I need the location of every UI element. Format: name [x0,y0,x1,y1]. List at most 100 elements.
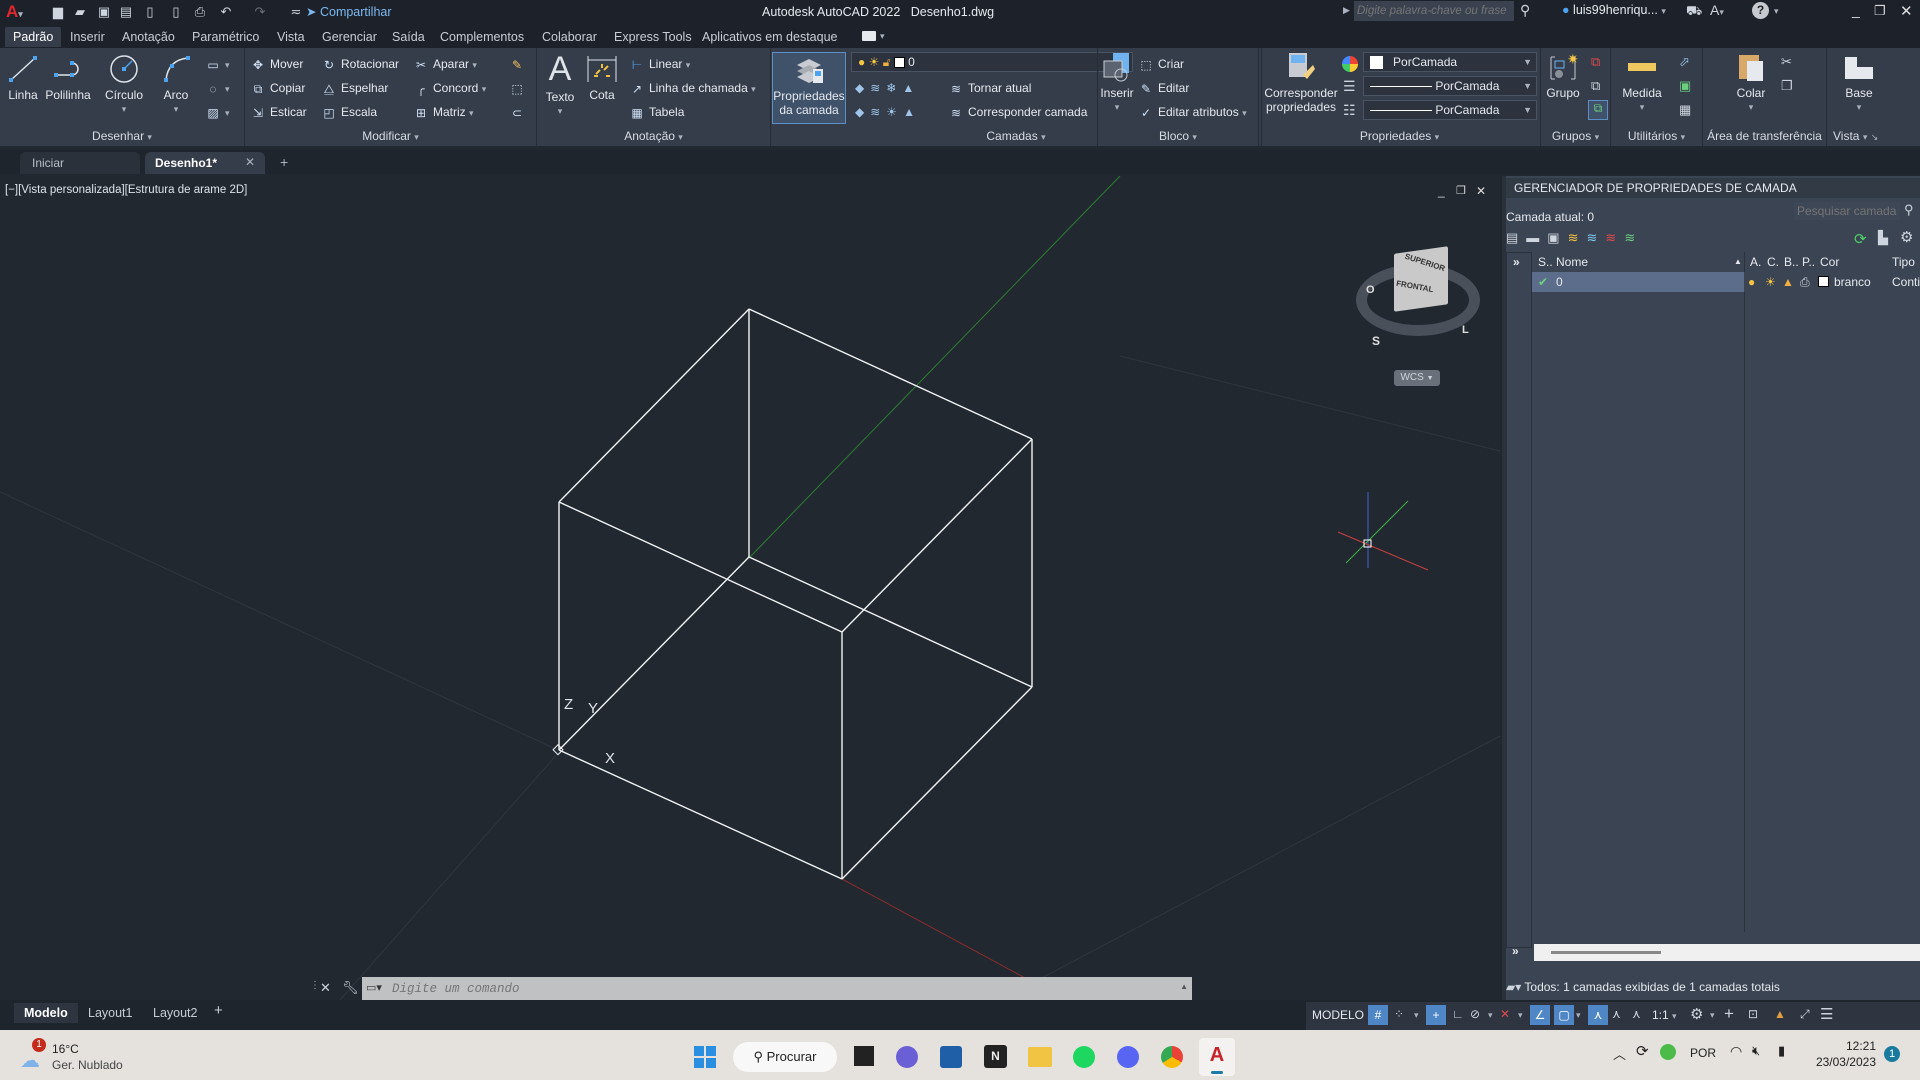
layer-off-icon[interactable]: ◆ [855,81,870,95]
scrollbar-thumb[interactable] [1551,951,1661,954]
panel-title-modificar[interactable]: Modificar ▾ [245,128,536,144]
save-as-icon[interactable]: ▤ [118,4,134,19]
layer-on-icon[interactable]: ◆ [855,105,870,119]
polyline-button[interactable]: Polilinha [42,54,94,102]
group-edit-icon[interactable]: ⧉ [1591,78,1600,94]
discord-icon[interactable] [1117,1046,1139,1068]
panel-title-bloco[interactable]: Bloco ▾ [1098,128,1258,144]
col-on[interactable]: A. [1750,252,1761,272]
layer-name[interactable]: 0 [1556,272,1563,292]
delete-layer-icon[interactable]: ≋ [1605,230,1624,245]
layer-row[interactable]: ✔ 0 ● ☀ ▲ ⎙ branco Conti [1532,272,1920,292]
tab-colaborar[interactable]: Colaborar [534,27,605,47]
new-group-filter-icon[interactable]: ▬ [1526,230,1547,245]
taskbar-search-button[interactable]: ⚲ Procurar [733,1042,837,1072]
scale-button[interactable]: ◰ Escala [321,102,377,122]
hardware-accel-icon[interactable]: ▲ [1774,1007,1786,1021]
panel-title-desenhar[interactable]: Desenhar ▾ [0,128,244,144]
group-button[interactable]: ✷ Grupo [1543,51,1583,100]
select-all-icon[interactable]: ▣ [1679,78,1691,94]
tab-gerenciar[interactable]: Gerenciar [314,27,385,47]
spotify-icon[interactable] [1073,1046,1095,1068]
restore-button[interactable]: ❐ [1874,3,1886,19]
group-select-icon[interactable]: ⧉ [1588,100,1608,120]
circle-button[interactable]: Círculo ▾ [100,54,148,116]
start-button[interactable] [694,1046,716,1068]
mirror-button[interactable]: ⧋ Espelhar [321,78,389,98]
help-search-input[interactable] [1354,1,1514,21]
battery-icon[interactable]: ▮ [1778,1043,1785,1059]
color-dropdown[interactable]: PorCamada ▼ [1363,52,1537,72]
layer-color-swatch-cell[interactable] [1818,276,1829,287]
match-layer-button[interactable]: ≋ Corresponder camada [948,102,1087,122]
layer-thaw-icon[interactable]: ☀ [886,105,903,119]
volume-muted-icon[interactable]: 🔇︎ [1752,1043,1760,1059]
task-view-icon[interactable] [854,1046,874,1066]
hatch-button[interactable]: ◌ ▾ [205,78,229,98]
filter-status-icon[interactable]: ▰▾ [1506,980,1521,994]
save-web-icon[interactable]: ▯ [168,4,184,19]
wifi-icon[interactable]: ◠ [1730,1043,1742,1060]
tab-vista[interactable]: Vista [269,27,313,47]
match-properties-button[interactable]: Corresponder propriedades [1263,52,1339,114]
search-icon[interactable]: ⚲ [1520,2,1530,19]
edit-attributes-button[interactable]: ✓ Editar atributos ▾ [1138,102,1247,122]
copy-button[interactable]: ⧉ Copiar [250,78,306,98]
line-button[interactable]: Linha [4,54,42,102]
annotation-visibility-icon[interactable]: ⋏ [1588,1005,1608,1025]
col-lock[interactable]: B.. [1784,252,1799,272]
settings-icon[interactable]: ⚙ [1900,228,1913,246]
user-account-button[interactable]: ● luis99henriqu... ▾ [1562,3,1666,17]
layer-linetype[interactable]: Conti [1892,272,1920,292]
clock[interactable]: 12:21 23/03/2023 [1806,1038,1876,1070]
linear-dim-button[interactable]: ⊢ Linear ▾ [629,54,690,74]
object-snap-icon[interactable]: ▢ [1554,1005,1574,1025]
base-view-button[interactable]: Base ▾ [1839,52,1879,114]
new-filter-icon[interactable]: ▤ [1506,230,1526,245]
panel-title-propriedades[interactable]: Propriedades ▾ [1259,128,1540,144]
close-button[interactable]: ✕ [1900,2,1913,20]
viewcube[interactable]: SUPERIOR FRONTAL O S L [1352,236,1480,356]
language-indicator[interactable]: POR [1690,1046,1716,1060]
new-tab-button[interactable]: + [280,154,288,170]
autodesk-app-icon[interactable]: A▾ [1710,2,1724,18]
array-button[interactable]: ⊞ Matriz ▾ [413,102,474,122]
drawing-canvas[interactable]: [−][Vista personalizada][Estrutura de ar… [0,176,1500,1000]
minimize-button[interactable]: _ [1852,2,1860,18]
layer-search-icon[interactable]: ⚲ [1904,202,1914,218]
command-customize-icon[interactable]: 🔧︎ [342,980,359,996]
explode-button[interactable]: ⬚ [509,78,529,98]
help-icon[interactable]: ? [1752,2,1769,19]
layer-lock-icon[interactable]: ▲ [902,81,920,95]
auto-scale-icon[interactable]: ⋏ [1612,1007,1621,1021]
undo-icon[interactable]: ↶ [218,4,234,19]
cart-icon[interactable]: ⛟ [1686,3,1702,21]
hatch-fill-button[interactable]: ▨ ▾ [205,102,229,122]
notion-icon[interactable]: N [984,1045,1007,1068]
open-web-icon[interactable]: ▯ [142,4,158,19]
share-button[interactable]: ➤ Compartilhar [306,4,392,19]
col-status[interactable]: S.. [1538,252,1553,272]
layer-states-icon[interactable]: ▣ [1547,230,1567,245]
layer-translate-icon[interactable]: ▙ [1878,230,1888,246]
plot-icon[interactable]: ⎙ [192,4,208,19]
table-button[interactable]: ▦ Tabela [629,102,684,122]
panel-title-grupos[interactable]: Grupos ▾ [1541,128,1610,144]
linetype-dropdown[interactable]: PorCamada ▼ [1363,76,1537,96]
isodraft-dropdown-icon[interactable]: ▾ [1518,1010,1523,1021]
tab-parametrico[interactable]: Paramétrico [184,27,267,47]
erase-button[interactable]: ✎ [509,54,529,74]
new-layer-icon[interactable]: ≋ [1568,230,1587,245]
panel-title-anotacao[interactable]: Anotação ▾ [537,128,770,144]
expand-filter-icon[interactable]: » [1513,255,1520,269]
filter-tree-pane[interactable]: » [1506,252,1532,948]
col-name[interactable]: Nome [1556,252,1588,272]
file-explorer-icon[interactable] [1028,1047,1052,1067]
layer-freeze-icon[interactable]: ❄ [886,81,902,95]
refresh-icon[interactable]: ⟳ [1854,230,1867,248]
sync-icon[interactable]: ⟳ [1636,1042,1649,1060]
tab-layout2[interactable]: Layout2 [145,1003,205,1023]
annotation-monitor-icon[interactable]: + [1724,1004,1734,1024]
grid-toggle-icon[interactable]: # [1368,1005,1388,1025]
command-history-icon[interactable]: ▭▾ [366,981,382,994]
